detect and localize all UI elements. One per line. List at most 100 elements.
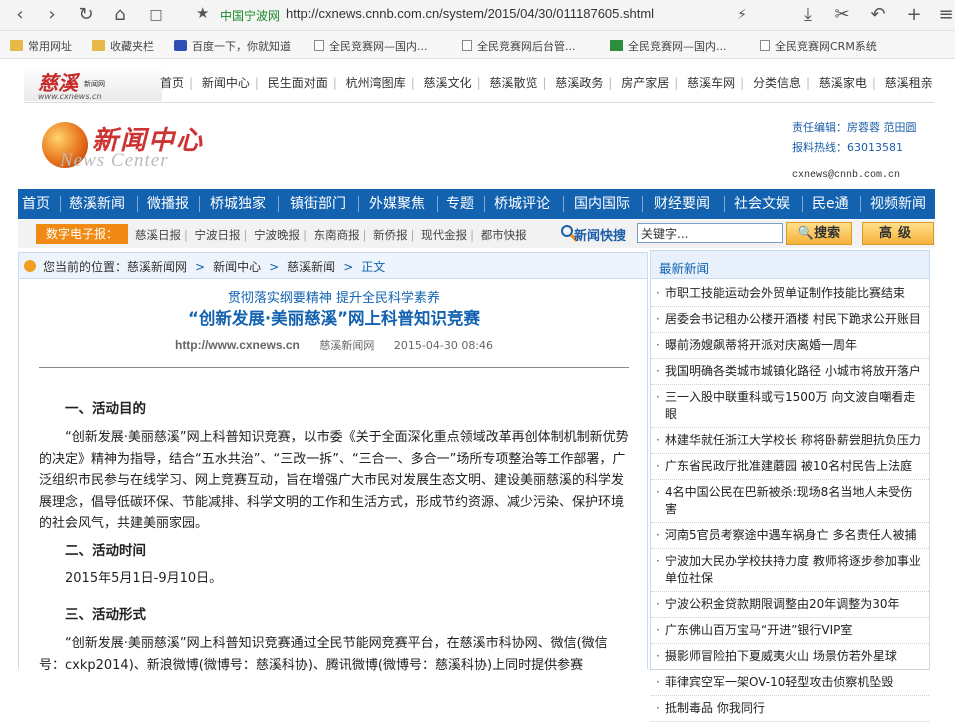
- search-input[interactable]: [637, 223, 783, 243]
- divider: [358, 196, 359, 212]
- hotline-line: 报料热线：63013581: [792, 138, 917, 158]
- nav-item[interactable]: 慈溪新闻: [69, 189, 125, 219]
- bookmark-item[interactable]: 全民竞赛网后台管...: [462, 38, 576, 54]
- star-icon[interactable]: ★: [196, 4, 209, 22]
- reader-icon[interactable]: □: [144, 3, 168, 27]
- advanced-search-button[interactable]: 高级: [862, 222, 934, 245]
- topnav-item[interactable]: 慈溪车网: [687, 74, 735, 91]
- divider: |: [303, 228, 307, 242]
- epaper-link[interactable]: 现代金报: [421, 228, 467, 242]
- page-icon: [462, 40, 472, 51]
- divider: |: [871, 76, 876, 90]
- news-link[interactable]: 广东佛山百万宝马“开进”银行VIP室: [651, 618, 929, 644]
- search-button[interactable]: 🔍搜索: [786, 222, 852, 245]
- nav-item[interactable]: 镇街部门: [290, 189, 346, 219]
- menu-icon[interactable]: ≡: [934, 3, 955, 27]
- lightning-icon[interactable]: ⚡: [730, 3, 754, 27]
- news-link[interactable]: 摄影师冒险拍下夏威夷火山 场景仿若外星球: [651, 644, 929, 670]
- topnav-item[interactable]: 慈溪家电: [819, 74, 867, 91]
- divider: |: [254, 76, 259, 90]
- nav-item[interactable]: 国内国际: [574, 189, 630, 219]
- bookmark-item[interactable]: 全民竞赛网CRM系统: [760, 38, 877, 54]
- news-link[interactable]: 河南5官员考察途中遇车祸身亡 多名责任人被捕: [651, 523, 929, 549]
- nav-item[interactable]: 视频新闻: [870, 189, 926, 219]
- breadcrumb-link[interactable]: 慈溪新闻: [287, 260, 335, 274]
- refresh-icon[interactable]: ↻: [74, 3, 98, 27]
- divider: |: [189, 76, 194, 90]
- news-link[interactable]: 三一入股中联重科或亏1500万 向文波自嘲看走眼: [651, 385, 929, 428]
- topnav-item[interactable]: 首页: [160, 74, 184, 91]
- nav-item[interactable]: 民e通: [812, 189, 849, 219]
- nav-item[interactable]: 桥城独家: [210, 189, 266, 219]
- divider: [39, 367, 629, 368]
- folder-icon: [10, 40, 23, 51]
- news-link[interactable]: 市职工技能运动会外贸单证制作技能比赛结束: [651, 281, 929, 307]
- epaper-search-bar: 数字电子报： 慈溪日报 | 宁波日报 | 宁波晚报 | 东南商报 | 新侨报 | 现代金报…: [18, 220, 935, 248]
- bookmark-item[interactable]: 百度一下，你就知道: [174, 38, 291, 54]
- site-logo[interactable]: 慈溪 新闻网 www.cxnews.cn: [24, 65, 162, 101]
- breadcrumb-link[interactable]: 新闻中心: [213, 260, 261, 274]
- news-link[interactable]: 居委会书记租办公楼开酒楼 村民下跪求公开账目: [651, 307, 929, 333]
- topnav-item[interactable]: 慈溪租亲: [885, 74, 933, 91]
- bookmark-item[interactable]: 常用网址: [10, 38, 72, 54]
- new-tab-icon[interactable]: +: [902, 3, 926, 27]
- topnav-item[interactable]: 慈溪政务: [555, 74, 603, 91]
- topnav-item[interactable]: 新闻中心: [202, 74, 250, 91]
- divider: |: [608, 76, 613, 90]
- news-link[interactable]: 我国明确各类城市城镇化路径 小城市将放开落户: [651, 359, 929, 385]
- epaper-link[interactable]: 新侨报: [373, 228, 408, 242]
- breadcrumb-current: 正文: [361, 260, 386, 274]
- news-link[interactable]: 广东省民政厅批准建蘑园 被10名村民告上法庭: [651, 454, 929, 480]
- bookmark-item[interactable]: 收藏夹栏: [92, 38, 154, 54]
- topnav-item[interactable]: 慈溪散览: [489, 74, 537, 91]
- nav-item[interactable]: 首页: [22, 189, 50, 219]
- home-icon[interactable]: ⌂: [108, 3, 132, 27]
- nav-item[interactable]: 微播报: [147, 189, 189, 219]
- epaper-link[interactable]: 东南商报: [314, 228, 360, 242]
- scissors-icon[interactable]: ✂: [830, 3, 854, 27]
- topnav-item[interactable]: 慈溪文化: [424, 74, 472, 91]
- source-url[interactable]: http://www.cxnews.cn: [175, 338, 300, 352]
- news-link[interactable]: 菲律宾空军一架OV-10轻型攻击侦察机坠毁: [651, 670, 929, 696]
- divider: [199, 196, 200, 212]
- divider: [724, 196, 725, 212]
- news-link[interactable]: 4名中国公民在巴新被杀:现场8名当地人未受伤害: [651, 480, 929, 523]
- news-link[interactable]: 林建华就任浙江大学校长 称将卧薪尝胆抗负压力: [651, 428, 929, 454]
- topnav-item[interactable]: 民生面对面: [268, 74, 328, 91]
- nav-item[interactable]: 外媒聚焦: [369, 189, 425, 219]
- epaper-link[interactable]: 宁波晚报: [254, 228, 300, 242]
- bookmark-item[interactable]: 全民竞赛网—国内...: [314, 38, 428, 54]
- download-icon[interactable]: ⤓: [796, 3, 820, 27]
- news-link[interactable]: 宁波加大民办学校扶持力度 教师将逐步参加事业单位社保: [651, 549, 929, 592]
- topnav-item[interactable]: 房产家居: [621, 74, 669, 91]
- site-top-bar: 慈溪 新闻网 www.cxnews.cn 首页 | 新闻中心 | 民生面对面 | 杭州…: [24, 63, 934, 103]
- forward-icon[interactable]: ›: [40, 3, 64, 27]
- bookmark-item[interactable]: 全民竞赛网—国内...: [610, 38, 727, 54]
- divider: [563, 196, 564, 212]
- divider: |: [674, 76, 679, 90]
- news-link[interactable]: 曝前汤嫂飙蒂将开派对庆离婚一周年: [651, 333, 929, 359]
- epaper-link[interactable]: 慈溪日报: [135, 228, 181, 242]
- epaper-link[interactable]: 都市快报: [481, 228, 527, 242]
- nav-item[interactable]: 财经要闻: [654, 189, 710, 219]
- topnav-item[interactable]: 分类信息: [753, 74, 801, 91]
- sidebar-title: 最新新闻: [659, 261, 710, 276]
- nav-item[interactable]: 专题: [446, 189, 474, 219]
- undo-icon[interactable]: ↶: [866, 3, 890, 27]
- topnav-item[interactable]: 杭州湾图库: [346, 74, 406, 91]
- logo-sub: 新闻网: [84, 80, 105, 88]
- news-link[interactable]: 抵制毒品 你我同行: [651, 696, 929, 722]
- baidu-paw-icon: [174, 40, 187, 51]
- back-icon[interactable]: ‹: [8, 3, 32, 27]
- nav-item[interactable]: 桥城评论: [494, 189, 550, 219]
- news-link[interactable]: 宁波公积金贷款期限调整由20年调整为30年: [651, 592, 929, 618]
- epaper-link[interactable]: 宁波日报: [195, 228, 241, 242]
- epaper-links: 慈溪日报 | 宁波日报 | 宁波晚报 | 东南商报 | 新侨报 | 现代金报 | 都市快报: [135, 227, 527, 243]
- breadcrumb-link[interactable]: 慈溪新闻网: [127, 260, 187, 274]
- url-field[interactable]: http://cxnews.cnnb.com.cn/system/2015/04…: [286, 6, 654, 21]
- nav-item[interactable]: 社会文娱: [734, 189, 790, 219]
- breadcrumb-prefix: 您当前的位置：: [43, 260, 128, 274]
- editor-line: 责任编辑：房蓉蓉 范田圆: [792, 118, 917, 138]
- divider: |: [184, 228, 188, 242]
- sidebar-header: 最新新闻: [651, 251, 929, 279]
